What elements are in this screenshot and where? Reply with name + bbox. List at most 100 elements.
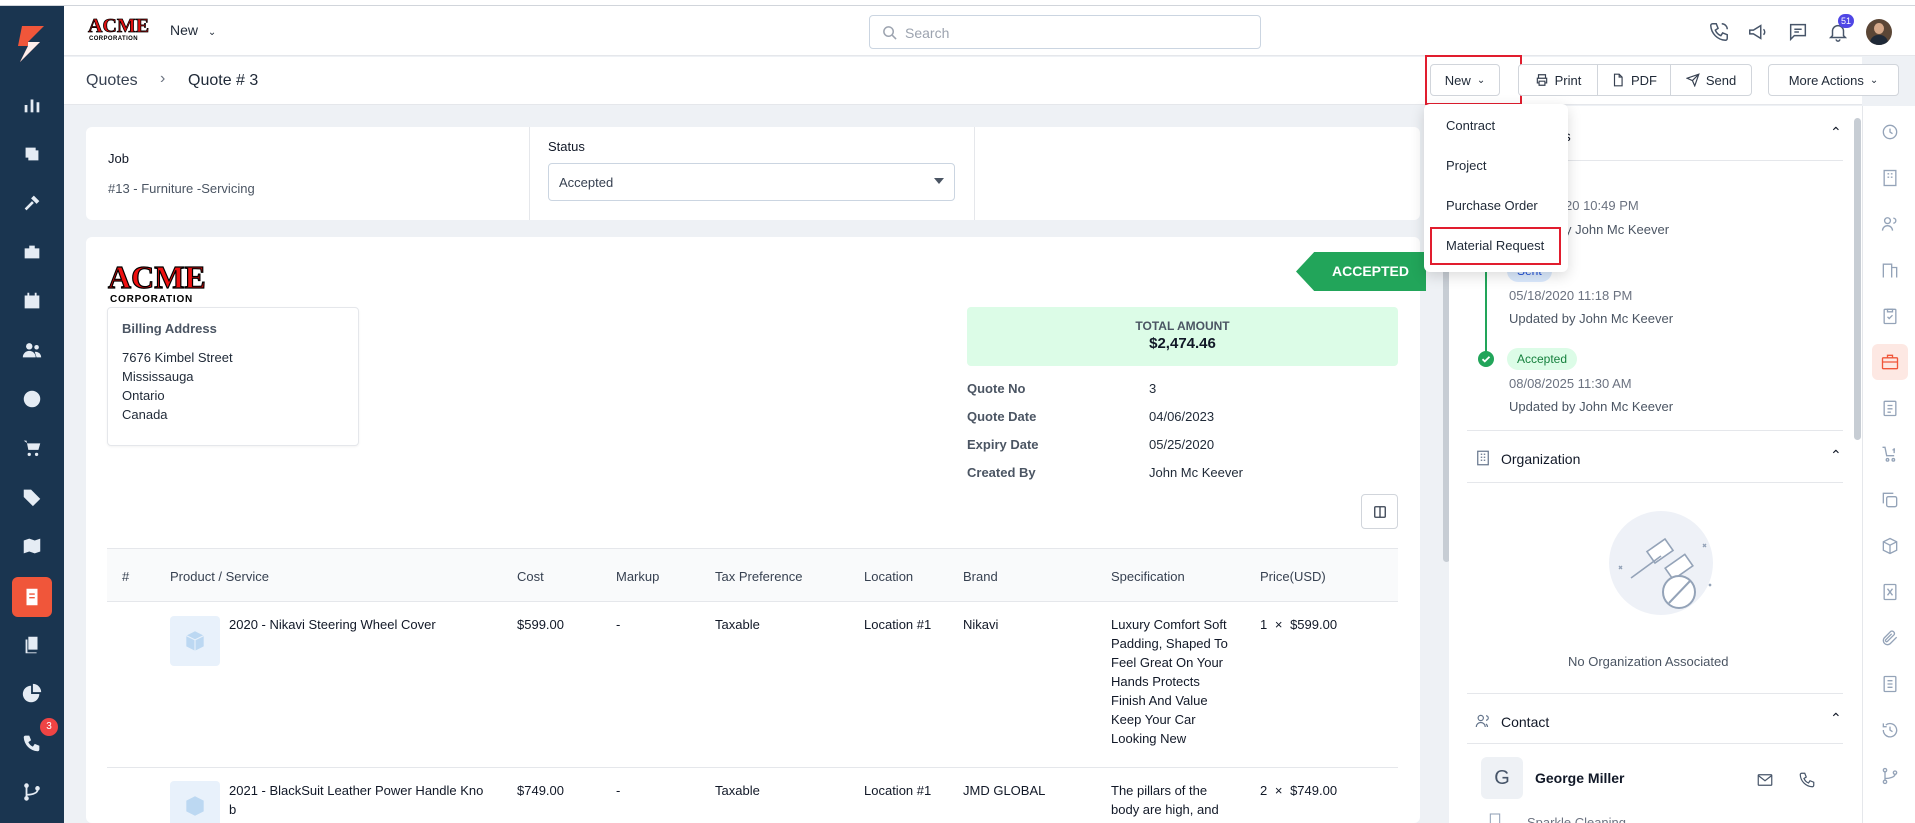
contact-name[interactable]: George Miller bbox=[1535, 770, 1624, 786]
chat-icon[interactable] bbox=[1787, 21, 1809, 43]
contacts-icon[interactable] bbox=[1880, 214, 1900, 234]
menu-item-contract[interactable]: Contract bbox=[1446, 118, 1495, 133]
expiry-date-label: Expiry Date bbox=[967, 437, 1039, 452]
quote-document-icon[interactable] bbox=[18, 583, 46, 611]
briefcase-icon[interactable] bbox=[1880, 352, 1900, 372]
tools-icon[interactable] bbox=[18, 189, 46, 217]
search-icon bbox=[883, 26, 897, 40]
collapse-chevron-icon[interactable]: ⌃ bbox=[1830, 124, 1842, 141]
tag-icon[interactable] bbox=[18, 483, 46, 511]
invoice-icon[interactable] bbox=[1880, 582, 1900, 602]
pdf-label: PDF bbox=[1631, 72, 1657, 88]
quote-field-row: John Mc Keever bbox=[1149, 465, 1243, 480]
billing-address-title: Billing Address bbox=[122, 321, 217, 336]
checklist-icon[interactable] bbox=[1880, 398, 1900, 418]
col-header: Brand bbox=[963, 569, 998, 584]
activity-history-icon[interactable] bbox=[1880, 720, 1900, 740]
product-name[interactable]: 2020 - Nikavi Steering Wheel Cover bbox=[229, 615, 436, 634]
top-new-menu[interactable]: New ⌄ bbox=[170, 22, 216, 38]
workflow-icon[interactable] bbox=[1880, 766, 1900, 786]
price-value: $599.00 bbox=[1290, 617, 1338, 632]
acme-logo[interactable]: ACME CORPORATION bbox=[86, 14, 150, 42]
clock-icon[interactable] bbox=[18, 385, 46, 413]
cart-icon[interactable] bbox=[18, 434, 46, 462]
cube-icon[interactable] bbox=[1880, 536, 1900, 556]
pdf-file-icon bbox=[1613, 73, 1623, 87]
menu-item-project[interactable]: Project bbox=[1446, 158, 1486, 173]
specification-cell: Luxury Comfort Soft Padding, Shaped To F… bbox=[1111, 615, 1228, 748]
quote-field-row: Expiry Date bbox=[967, 437, 1039, 452]
spec-line: Keep Your Car bbox=[1111, 712, 1196, 727]
timeline-date: 05/18/2020 11:18 PM bbox=[1509, 288, 1633, 303]
satellite-illustration-icon bbox=[1609, 511, 1713, 615]
collapse-chevron-icon[interactable]: ⌃ bbox=[1830, 447, 1842, 464]
timeline-date: 20 10:49 PM bbox=[1565, 198, 1639, 213]
times-icon: × bbox=[1274, 617, 1283, 632]
price-value: $749.00 bbox=[1290, 783, 1338, 798]
billing-line: Canada bbox=[122, 407, 168, 422]
total-amount-label: TOTAL AMOUNT bbox=[1135, 319, 1230, 333]
workflow-icon[interactable] bbox=[18, 778, 46, 806]
building-icon[interactable] bbox=[1880, 168, 1900, 188]
calendar-icon[interactable] bbox=[18, 287, 46, 315]
more-actions-button[interactable]: More Actions ⌄ bbox=[1768, 64, 1899, 96]
breadcrumb-quotes[interactable]: Quotes bbox=[86, 72, 138, 90]
app-logo-icon[interactable] bbox=[14, 24, 50, 64]
notes-icon[interactable] bbox=[1880, 674, 1900, 694]
contact-avatar: G bbox=[1481, 757, 1523, 799]
billing-line: 7676 Kimbel Street bbox=[122, 350, 233, 365]
status-select[interactable]: Accepted bbox=[548, 163, 955, 201]
users-icon[interactable] bbox=[18, 336, 46, 364]
megaphone-icon[interactable] bbox=[1747, 21, 1769, 43]
organization-empty-text: No Organization Associated bbox=[1568, 654, 1729, 669]
tasks-icon[interactable] bbox=[18, 140, 46, 168]
quote-date-value: 04/06/2023 bbox=[1149, 409, 1215, 424]
menu-item-purchase-order[interactable]: Purchase Order bbox=[1446, 198, 1538, 213]
summary-divider bbox=[529, 127, 530, 220]
map-icon[interactable] bbox=[18, 532, 46, 560]
documents-icon[interactable] bbox=[18, 631, 46, 659]
phone-icon[interactable] bbox=[1798, 771, 1816, 789]
search-input[interactable]: Search bbox=[869, 15, 1261, 49]
send-button[interactable]: Send bbox=[1670, 64, 1752, 96]
chevron-down-icon: ⌄ bbox=[1869, 74, 1879, 86]
company-icon[interactable] bbox=[1880, 260, 1900, 280]
cart-money-icon[interactable] bbox=[1880, 444, 1900, 464]
column-toggle-button[interactable] bbox=[1361, 494, 1398, 529]
product-name[interactable]: 2021 - BlackSuit Leather Power Handle Kn… bbox=[229, 781, 483, 819]
product-name-line: b bbox=[229, 802, 237, 817]
print-label: Print bbox=[1554, 72, 1582, 88]
billing-line: Mississauga bbox=[122, 369, 194, 384]
briefcase-icon[interactable] bbox=[18, 238, 46, 266]
print-button[interactable]: Print bbox=[1518, 64, 1598, 96]
billing-address-card: Billing Address 7676 Kimbel Street Missi… bbox=[107, 307, 359, 446]
times-icon: × bbox=[1274, 783, 1283, 798]
spec-line: Finish And Value bbox=[1111, 693, 1208, 708]
job-label: Job bbox=[108, 151, 129, 166]
dashboard-icon[interactable] bbox=[18, 91, 46, 119]
collapse-chevron-icon[interactable]: ⌃ bbox=[1830, 710, 1842, 727]
more-actions-label: More Actions bbox=[1788, 72, 1864, 88]
summary-card: Job #13 - Furniture -Servicing Status Ac… bbox=[86, 127, 1420, 220]
mail-icon[interactable] bbox=[1756, 771, 1774, 789]
tax-cell: Taxable bbox=[715, 783, 760, 798]
billing-line: Ontario bbox=[122, 388, 165, 403]
billing-address-lines: 7676 Kimbel Street Mississauga Ontario C… bbox=[122, 348, 233, 424]
attachment-icon[interactable] bbox=[1880, 628, 1900, 648]
status-label: Status bbox=[548, 139, 585, 154]
spec-line: Hands Protects bbox=[1111, 674, 1200, 689]
pdf-button[interactable]: PDF bbox=[1597, 64, 1671, 96]
user-avatar[interactable] bbox=[1866, 19, 1892, 45]
job-link[interactable]: #13 - Furniture -Servicing bbox=[108, 181, 255, 196]
pie-chart-icon[interactable] bbox=[18, 680, 46, 708]
contacts-icon bbox=[1475, 714, 1489, 728]
panel-scrollbar[interactable] bbox=[1854, 118, 1861, 440]
history-clock-icon[interactable] bbox=[1880, 122, 1900, 142]
phone-dialer-icon[interactable] bbox=[1708, 21, 1730, 43]
product-thumbnail bbox=[170, 781, 220, 823]
building-icon bbox=[1477, 450, 1489, 466]
svg-text:CORPORATION: CORPORATION bbox=[89, 36, 138, 42]
contact-organization[interactable]: Sparkle Cleaning bbox=[1527, 815, 1626, 823]
clipboard-icon[interactable] bbox=[1880, 306, 1900, 326]
copy-icon[interactable] bbox=[1880, 490, 1900, 510]
